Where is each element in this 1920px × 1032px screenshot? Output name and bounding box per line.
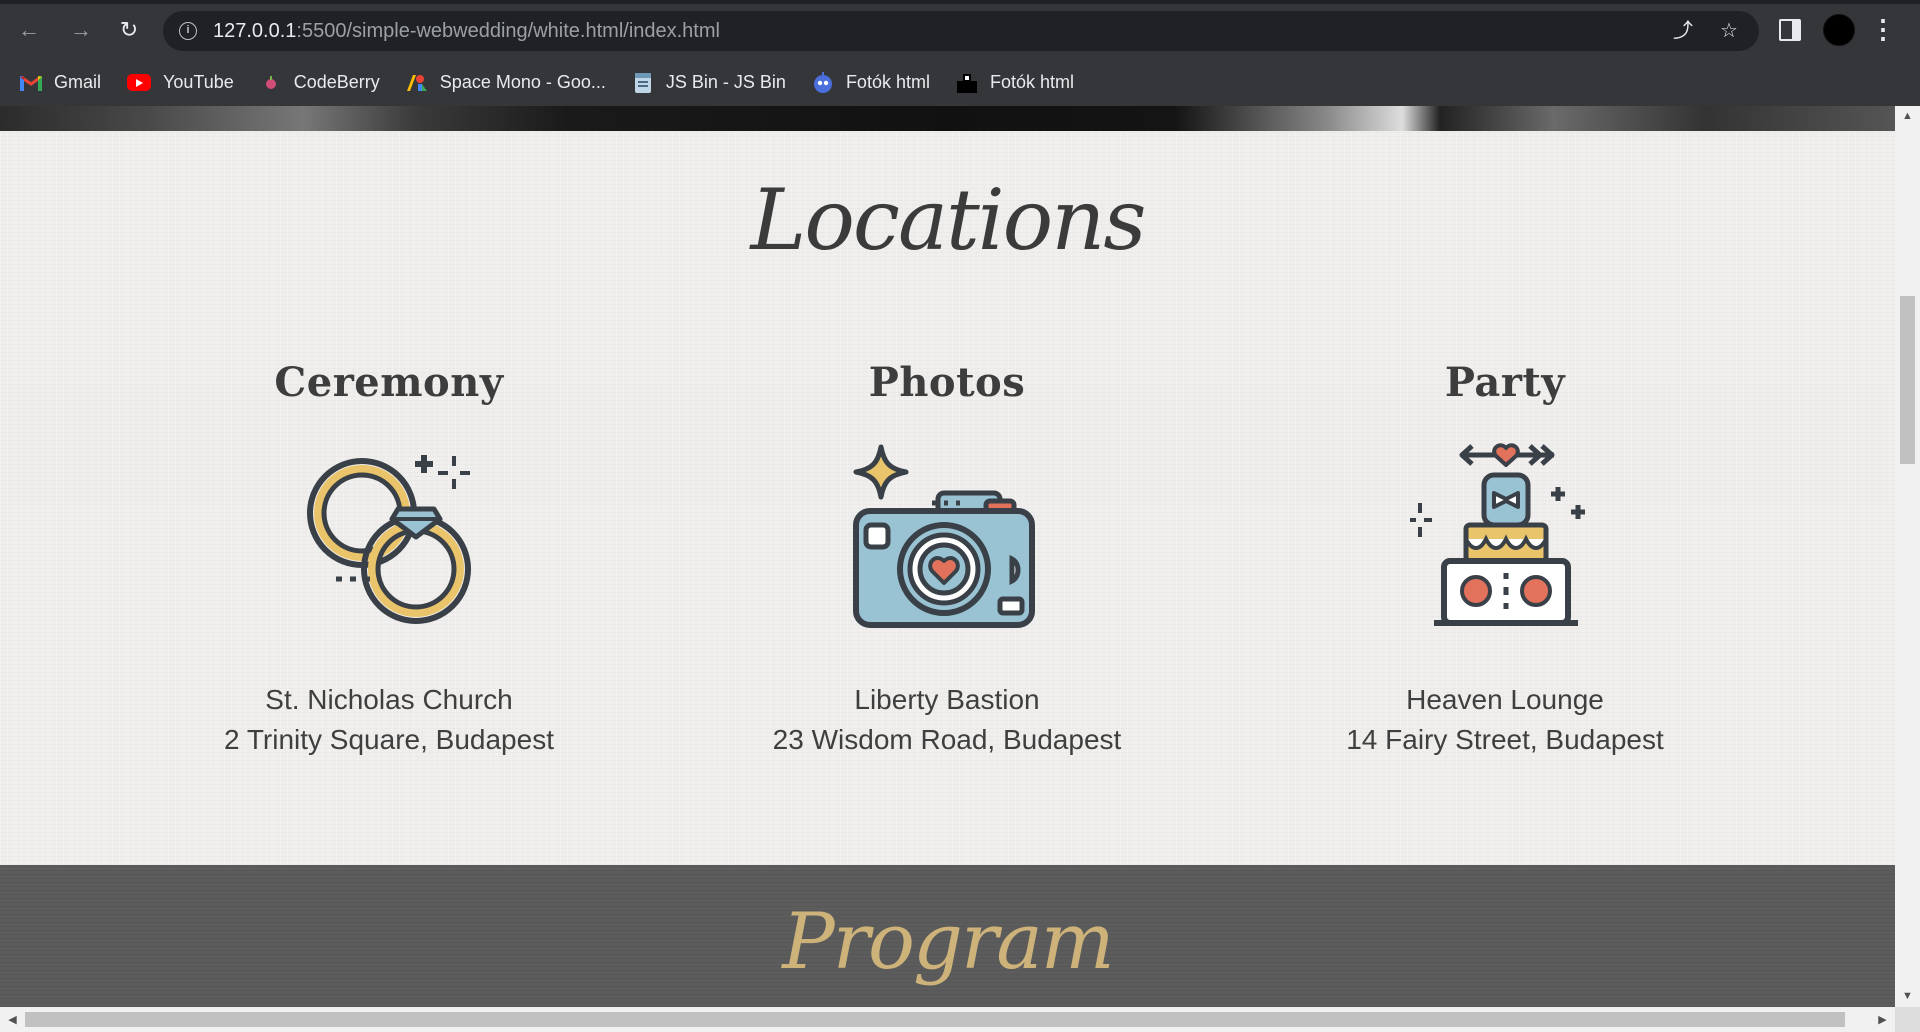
back-button[interactable]: ← — [12, 13, 46, 47]
bookmark-label: Fotók html — [845, 72, 930, 92]
bookmark-fotok-2[interactable]: Fotók html — [956, 66, 1086, 100]
horizontal-scroll-thumb[interactable] — [25, 1012, 1845, 1027]
locations-title: Locations — [750, 171, 1147, 269]
reload-button[interactable]: ↻ — [112, 13, 146, 47]
bookmark-label: Fotók html — [989, 72, 1074, 92]
location-place: St. Nicholas Church — [265, 684, 513, 715]
bookmark-space-mono[interactable]: Space Mono - Goo... — [406, 66, 618, 100]
page-viewport: Locations Ceremony St. Nicholas Church 2… — [0, 106, 1895, 1007]
codeberry-icon — [260, 72, 282, 94]
reload-icon: ↻ — [119, 17, 139, 42]
program-section: Program — [0, 865, 1895, 1007]
url-path: :5500/simple-webwedding/white.html/index… — [296, 20, 720, 42]
bookmark-star-icon[interactable]: ☆ — [1716, 18, 1742, 44]
bookmark-codeberry[interactable]: CodeBerry — [260, 66, 392, 100]
bookmark-label: Space Mono - Goo... — [439, 72, 606, 92]
forward-button[interactable]: → — [64, 13, 98, 47]
hero-photo-bottom — [0, 106, 1895, 131]
wedding-cake-icon — [1410, 443, 1585, 626]
location-ceremony: Ceremony St. Nicholas Church 2 Trinity S… — [109, 359, 669, 760]
scroll-down-icon[interactable]: ▼ — [1895, 990, 1920, 1002]
scroll-up-icon[interactable]: ▲ — [1895, 110, 1920, 122]
more-menu-icon[interactable]: ⋮ — [1870, 14, 1896, 46]
side-panel-icon[interactable] — [1779, 19, 1801, 41]
bookmark-fotok-1[interactable]: Fotók html — [812, 66, 942, 100]
tab-strip — [0, 0, 1920, 4]
bookmark-gmail[interactable]: Gmail — [20, 66, 113, 100]
vertical-scrollbar[interactable]: ▲ ▼ — [1895, 106, 1920, 1007]
bookmark-label: YouTube — [163, 72, 234, 92]
camera-icon — [853, 444, 1035, 628]
scroll-left-icon[interactable]: ◀ — [0, 1013, 25, 1026]
youtube-icon — [127, 74, 152, 91]
bookmark-youtube[interactable]: YouTube — [127, 66, 246, 100]
profile-avatar[interactable] — [1823, 14, 1855, 46]
wedding-rings-icon — [307, 455, 471, 624]
address-bar[interactable]: i 127.0.0.1:5500/simple-webwedding/white… — [163, 11, 1759, 51]
google-fonts-icon — [406, 72, 428, 94]
bookmarks-bar: Gmail YouTube CodeBerry Space Mono - Goo… — [0, 59, 1920, 106]
url-host: 127.0.0.1 — [213, 20, 297, 42]
location-place: Liberty Bastion — [854, 684, 1040, 715]
arrow-left-icon: ← — [18, 17, 40, 42]
arrow-right-icon: → — [70, 17, 92, 42]
location-heading: Photos — [868, 359, 1026, 406]
bookmark-label: CodeBerry — [293, 72, 380, 92]
vertical-scroll-thumb[interactable] — [1900, 296, 1915, 464]
scrollbar-corner — [1895, 1007, 1920, 1032]
program-title: Program — [782, 897, 1114, 987]
location-heading: Party — [1444, 359, 1566, 406]
horizontal-scrollbar[interactable]: ◀ ▶ — [0, 1007, 1895, 1032]
robot-icon — [812, 71, 834, 94]
folder-dark-icon — [956, 72, 978, 94]
location-address: 2 Trinity Square, Budapest — [224, 724, 554, 755]
location-heading: Ceremony — [274, 359, 504, 406]
site-info-icon[interactable]: i — [179, 22, 197, 40]
bookmark-label: JS Bin - JS Bin — [665, 72, 786, 92]
location-address: 14 Fairy Street, Budapest — [1346, 724, 1664, 755]
location-photos: Photos Liberty Bastion 23 Wisdom Road, B… — [667, 359, 1227, 760]
locations-section: Locations Ceremony St. Nicholas Church 2… — [0, 131, 1895, 865]
location-address: 23 Wisdom Road, Budapest — [772, 724, 1122, 755]
gmail-icon — [20, 72, 42, 94]
scroll-right-icon[interactable]: ▶ — [1870, 1013, 1895, 1026]
browser-toolbar: ← → ↻ i 127.0.0.1:5500/simple-webwedding… — [0, 0, 1920, 59]
share-icon[interactable]: ⤴ — [1670, 18, 1696, 44]
bookmark-jsbin[interactable]: JS Bin - JS Bin — [632, 66, 798, 100]
location-place: Heaven Lounge — [1406, 684, 1604, 715]
jsbin-icon — [632, 72, 654, 94]
url-text[interactable]: 127.0.0.1:5500/simple-webwedding/white.h… — [213, 20, 720, 43]
bookmark-label: Gmail — [54, 72, 102, 92]
location-party: Party Heaven Lounge 14 Fairy Street, Bud… — [1225, 359, 1785, 760]
